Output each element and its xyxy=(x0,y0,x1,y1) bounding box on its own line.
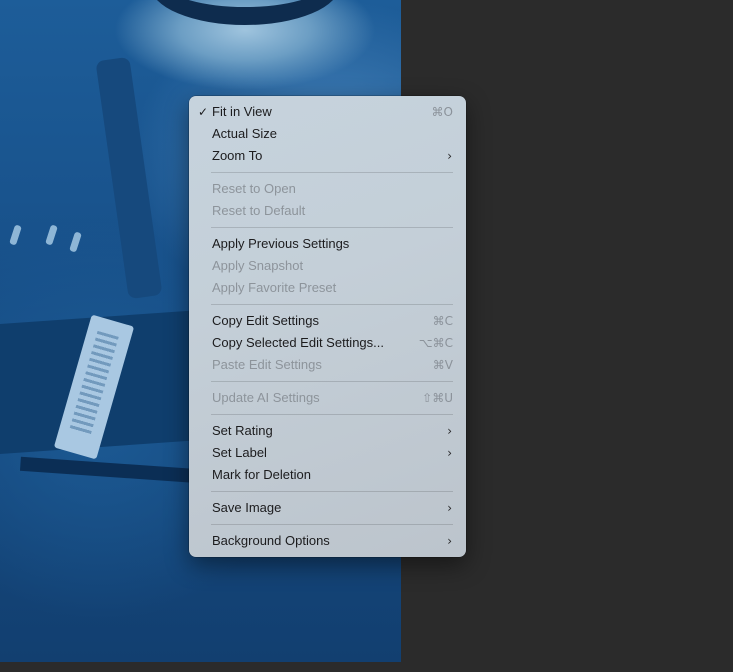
photo-highlight-shape xyxy=(45,224,58,246)
menu-item-shortcut: ⇧⌘U xyxy=(422,391,453,405)
menu-item-label: Reset to Open xyxy=(212,181,296,196)
menu-item-shortcut: ⌘O xyxy=(431,105,453,119)
menu-item-label: Apply Previous Settings xyxy=(212,236,350,251)
menu-item-zoom-to[interactable]: Zoom To › xyxy=(189,145,466,167)
menu-separator xyxy=(211,172,453,173)
menu-item-apply-snapshot: Apply Snapshot xyxy=(189,255,466,277)
menu-item-label: Set Label xyxy=(212,445,267,460)
menu-item-shortcut: ⌘V xyxy=(432,358,453,372)
menu-separator xyxy=(211,227,453,228)
menu-item-label: Apply Snapshot xyxy=(212,258,304,273)
menu-item-label: Copy Selected Edit Settings... xyxy=(212,335,384,350)
menu-item-apply-favorite-preset: Apply Favorite Preset xyxy=(189,277,466,299)
menu-item-actual-size[interactable]: Actual Size xyxy=(189,123,466,145)
menu-item-reset-to-default: Reset to Default xyxy=(189,200,466,222)
menu-item-background-options[interactable]: Background Options › xyxy=(189,530,466,552)
menu-item-shortcut: ⌘C xyxy=(432,314,453,328)
photo-wheel-shape xyxy=(150,0,340,25)
menu-separator xyxy=(211,414,453,415)
menu-item-label: Zoom To xyxy=(212,148,263,163)
chevron-right-icon: › xyxy=(447,424,452,438)
context-menu: ✓ Fit in View ⌘O Actual Size Zoom To › R… xyxy=(189,96,466,557)
menu-item-set-rating[interactable]: Set Rating › xyxy=(189,420,466,442)
menu-separator xyxy=(211,381,453,382)
menu-item-fit-in-view[interactable]: ✓ Fit in View ⌘O xyxy=(189,101,466,123)
chevron-right-icon: › xyxy=(447,534,452,548)
menu-item-set-label[interactable]: Set Label › xyxy=(189,442,466,464)
menu-separator xyxy=(211,491,453,492)
menu-item-label: Reset to Default xyxy=(212,203,306,218)
menu-item-save-image[interactable]: Save Image › xyxy=(189,497,466,519)
menu-separator xyxy=(211,304,453,305)
menu-item-label: Save Image xyxy=(212,500,282,515)
menu-item-label: Apply Favorite Preset xyxy=(212,280,337,295)
checkmark-icon: ✓ xyxy=(198,105,209,119)
menu-item-label: Actual Size xyxy=(212,126,278,141)
photo-highlight-shape xyxy=(9,224,22,246)
menu-item-label: Paste Edit Settings xyxy=(212,357,322,372)
menu-item-update-ai-settings: Update AI Settings ⇧⌘U xyxy=(189,387,466,409)
menu-item-label: Fit in View xyxy=(212,104,272,119)
chevron-right-icon: › xyxy=(447,149,452,163)
menu-separator xyxy=(211,524,453,525)
chevron-right-icon: › xyxy=(447,501,452,515)
menu-item-label: Background Options xyxy=(212,533,330,548)
photo-highlight-shape xyxy=(69,231,82,253)
menu-item-label: Mark for Deletion xyxy=(212,467,311,482)
menu-item-reset-to-open: Reset to Open xyxy=(189,178,466,200)
menu-item-label: Update AI Settings xyxy=(212,390,320,405)
menu-item-paste-edit-settings: Paste Edit Settings ⌘V xyxy=(189,354,466,376)
menu-item-label: Set Rating xyxy=(212,423,273,438)
menu-item-apply-previous-settings[interactable]: Apply Previous Settings xyxy=(189,233,466,255)
menu-item-copy-selected-edit-settings[interactable]: Copy Selected Edit Settings... ⌥⌘C xyxy=(189,332,466,354)
photo-pole-shape xyxy=(95,56,163,300)
menu-item-mark-for-deletion[interactable]: Mark for Deletion xyxy=(189,464,466,486)
menu-item-copy-edit-settings[interactable]: Copy Edit Settings ⌘C xyxy=(189,310,466,332)
menu-item-label: Copy Edit Settings xyxy=(212,313,319,328)
chevron-right-icon: › xyxy=(447,446,452,460)
menu-item-shortcut: ⌥⌘C xyxy=(418,336,453,350)
